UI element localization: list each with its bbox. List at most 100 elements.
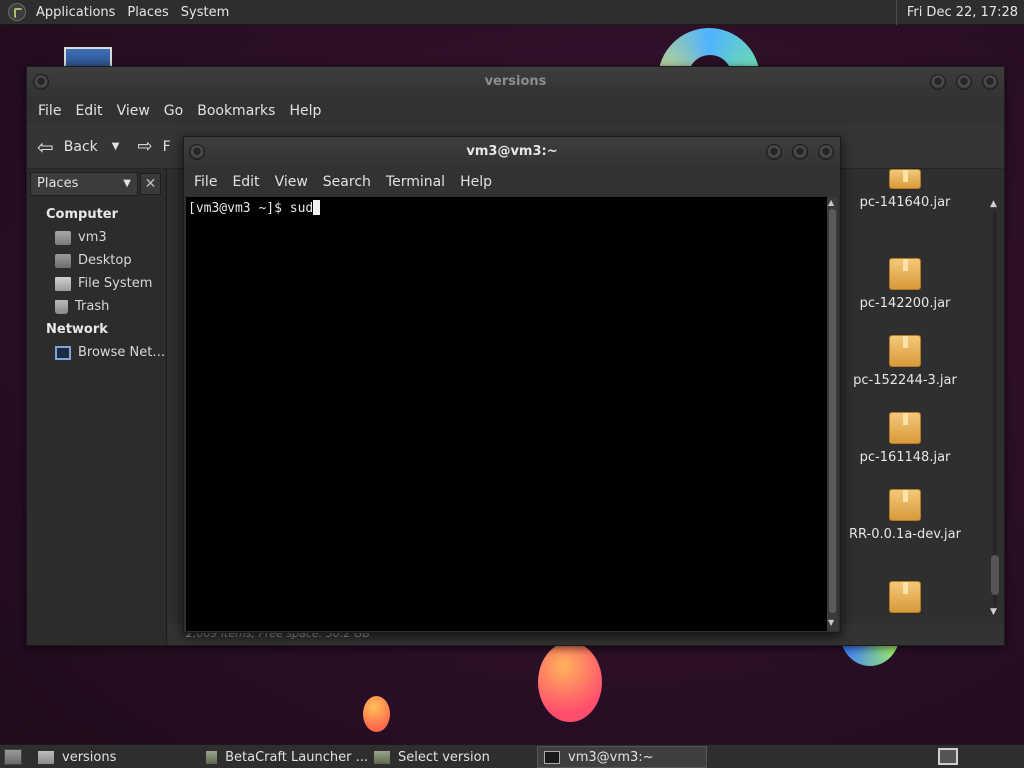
taskbar-item-versions[interactable]: versions bbox=[32, 746, 200, 768]
java-icon bbox=[206, 750, 218, 764]
workspace-switcher[interactable] bbox=[938, 748, 958, 765]
jar-package-icon bbox=[889, 489, 921, 521]
minimize-icon[interactable] bbox=[930, 74, 946, 90]
menu-places[interactable]: Places bbox=[121, 5, 174, 20]
file-item[interactable]: RR-0.0.1a-dev.jar bbox=[845, 489, 965, 542]
sidebar-item-browse-network[interactable]: Browse Net… bbox=[55, 345, 165, 360]
taskbar-item-label: vm3@vm3:~ bbox=[568, 749, 654, 765]
arrow-left-icon: ⇦ bbox=[37, 134, 54, 159]
drive-icon bbox=[55, 276, 71, 291]
main-menu: Applications Places System bbox=[0, 0, 235, 25]
computer-desktop-icon[interactable] bbox=[64, 47, 112, 67]
sidebar-item-label: Browse Net… bbox=[78, 345, 166, 360]
sidebar-heading-network: Network bbox=[46, 322, 108, 337]
sidebar-item-trash[interactable]: Trash bbox=[55, 299, 109, 314]
terminal-prompt: [vm3@vm3 ~]$ bbox=[188, 201, 290, 216]
scrollbar-thumb[interactable] bbox=[991, 555, 999, 595]
close-icon[interactable] bbox=[818, 144, 834, 160]
chevron-down-icon: ▼ bbox=[123, 178, 131, 189]
file-name: pc-141640.jar bbox=[859, 195, 951, 210]
places-combo[interactable]: Places ▼ bbox=[30, 172, 138, 196]
scroll-down-icon[interactable]: ▼ bbox=[990, 607, 997, 617]
menu-system[interactable]: System bbox=[175, 5, 235, 20]
jar-package-icon bbox=[889, 412, 921, 444]
file-name: RR-0.0.1a-dev.jar bbox=[849, 527, 961, 542]
window-menu-icon[interactable] bbox=[189, 144, 205, 160]
menu-go[interactable]: Go bbox=[157, 103, 190, 119]
close-sidebar-button[interactable]: ✕ bbox=[140, 173, 161, 195]
scroll-down-icon[interactable]: ▼ bbox=[828, 618, 834, 627]
back-label: Back bbox=[63, 138, 98, 155]
jar-package-icon bbox=[889, 169, 921, 189]
sidebar-item-file-system[interactable]: File System bbox=[55, 276, 152, 291]
menu-view[interactable]: View bbox=[110, 103, 157, 119]
jar-package-icon bbox=[889, 581, 921, 613]
sidebar-item-label: vm3 bbox=[78, 230, 107, 245]
file-item[interactable]: pc-152244-3.jar bbox=[845, 335, 965, 388]
back-button[interactable]: ⇦ Back bbox=[37, 135, 98, 159]
menu-applications[interactable]: Applications bbox=[30, 5, 121, 20]
scroll-up-icon[interactable]: ▲ bbox=[990, 199, 997, 209]
jar-package-icon bbox=[889, 335, 921, 367]
menu-search[interactable]: Search bbox=[317, 174, 380, 190]
menu-file[interactable]: File bbox=[31, 103, 68, 119]
forward-button[interactable]: ⇨ F bbox=[137, 136, 170, 157]
menu-help[interactable]: Help bbox=[282, 103, 328, 119]
file-item[interactable] bbox=[845, 581, 965, 619]
network-icon bbox=[55, 345, 71, 360]
taskbar-item-terminal[interactable]: vm3@vm3:~ bbox=[537, 746, 707, 768]
menu-view[interactable]: View bbox=[269, 174, 317, 190]
sidebar-item-label: Trash bbox=[75, 299, 110, 314]
sidebar-item-label: Desktop bbox=[78, 253, 132, 268]
text-cursor bbox=[313, 200, 321, 215]
trash-icon bbox=[55, 299, 68, 314]
file-item[interactable]: pc-142200.jar bbox=[845, 258, 965, 311]
terminal-menubar: File Edit View Search Terminal Help bbox=[184, 167, 840, 196]
jar-package-icon bbox=[889, 258, 921, 290]
sidebar-item-desktop[interactable]: Desktop bbox=[55, 253, 132, 268]
top-panel: Applications Places System Fri Dec 22, 1… bbox=[0, 0, 1024, 25]
file-manager-titlebar[interactable]: versions bbox=[27, 67, 1004, 97]
file-item[interactable]: pc-161148.jar bbox=[845, 412, 965, 465]
taskbar-item-label: BetaCraft Launcher ... bbox=[225, 749, 368, 765]
file-name: pc-161148.jar bbox=[859, 450, 951, 465]
bottom-panel: versions BetaCraft Launcher ... Select v… bbox=[0, 744, 1024, 768]
terminal-scrollbar[interactable]: ▲ ▼ bbox=[827, 197, 838, 631]
file-view-scrollbar[interactable]: ▲ ▼ bbox=[990, 199, 1000, 619]
file-name: pc-142200.jar bbox=[859, 296, 951, 311]
desktop-wallpaper-bubble bbox=[538, 642, 602, 722]
terminal-title: vm3@vm3:~ bbox=[466, 144, 558, 159]
close-icon[interactable] bbox=[982, 74, 998, 90]
maximize-icon[interactable] bbox=[956, 74, 972, 90]
menu-help[interactable]: Help bbox=[454, 174, 501, 190]
places-combo-label: Places bbox=[37, 176, 79, 191]
places-sidebar: Places ▼ ✕ Computer vm3 Desktop File Sys… bbox=[27, 169, 167, 645]
forward-label: F bbox=[162, 138, 171, 155]
terminal-titlebar[interactable]: vm3@vm3:~ bbox=[184, 137, 840, 167]
sidebar-item-label: File System bbox=[78, 276, 153, 291]
menu-edit[interactable]: Edit bbox=[226, 174, 268, 190]
sidebar-heading-computer: Computer bbox=[46, 207, 119, 222]
gnome-foot-icon[interactable] bbox=[8, 3, 26, 21]
menu-bookmarks[interactable]: Bookmarks bbox=[190, 103, 282, 119]
window-menu-icon[interactable] bbox=[33, 74, 49, 90]
back-history-button[interactable]: ▼ bbox=[112, 141, 120, 152]
menu-terminal[interactable]: Terminal bbox=[380, 174, 454, 190]
taskbar-item-select-version[interactable]: Select version bbox=[368, 746, 536, 768]
clock[interactable]: Fri Dec 22, 17:28 bbox=[895, 0, 1024, 25]
scrollbar-thumb[interactable] bbox=[829, 209, 836, 613]
menu-file[interactable]: File bbox=[188, 174, 226, 190]
terminal-screen[interactable]: [vm3@vm3 ~]$ sud bbox=[186, 197, 827, 631]
menu-edit[interactable]: Edit bbox=[68, 103, 109, 119]
taskbar-item-betacraft[interactable]: BetaCraft Launcher ... bbox=[200, 746, 368, 768]
sidebar-item-vm3[interactable]: vm3 bbox=[55, 230, 107, 245]
chevron-down-icon: ▼ bbox=[111, 141, 120, 152]
maximize-icon[interactable] bbox=[792, 144, 808, 160]
file-item[interactable]: pc-141640.jar bbox=[845, 169, 965, 210]
file-manager-menubar: File Edit View Go Bookmarks Help bbox=[27, 97, 1004, 125]
scroll-up-icon[interactable]: ▲ bbox=[828, 198, 834, 207]
desktop-wallpaper-bubble bbox=[363, 696, 390, 732]
terminal-window: vm3@vm3:~ File Edit View Search Terminal… bbox=[183, 136, 841, 633]
minimize-icon[interactable] bbox=[766, 144, 782, 160]
show-desktop-icon[interactable] bbox=[4, 749, 22, 765]
